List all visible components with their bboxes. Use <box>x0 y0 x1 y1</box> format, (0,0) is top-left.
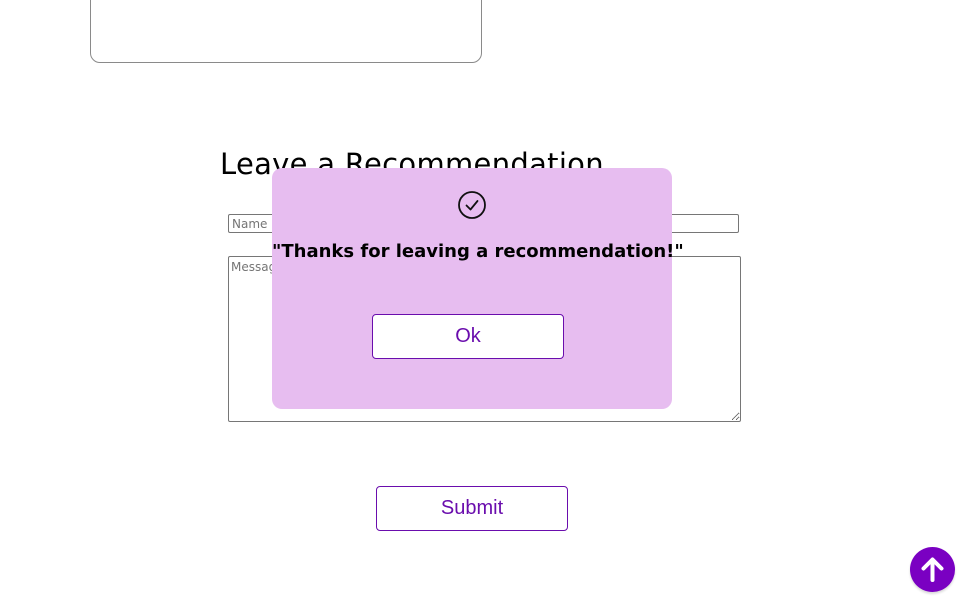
scroll-to-top-button[interactable] <box>910 547 955 592</box>
ok-button[interactable]: Ok <box>372 314 564 359</box>
check-circle-icon <box>458 191 486 219</box>
previous-section-card <box>90 0 482 63</box>
page: Leave a Recommendation Submit "Thanks fo… <box>0 0 958 600</box>
arrow-up-icon <box>921 557 944 582</box>
submit-button[interactable]: Submit <box>376 486 568 531</box>
success-dialog: "Thanks for leaving a recommendation!" O… <box>272 168 684 409</box>
dialog-message: "Thanks for leaving a recommendation!" <box>272 241 684 262</box>
